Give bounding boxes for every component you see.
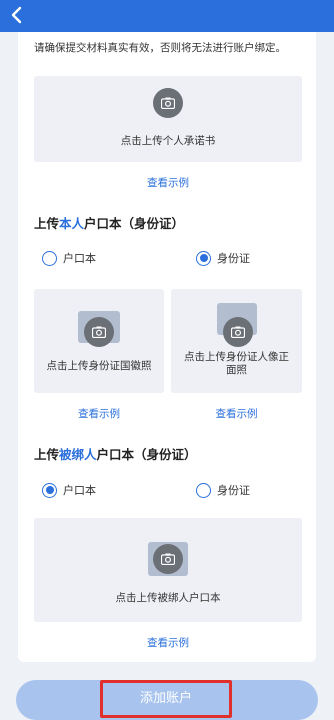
bound-example-link[interactable]: 查看示例 — [34, 635, 302, 650]
upload-id-front-caption: 点击上传身份证国徽照 — [46, 360, 152, 372]
top-bar — [0, 0, 334, 32]
radio-circle — [42, 250, 57, 266]
upload-id-front-box[interactable]: 点击上传身份证国徽照 — [34, 289, 164, 393]
upload-promise-caption: 点击上传个人承诺书 — [120, 135, 216, 147]
radio-circle — [196, 482, 211, 498]
camera-icon — [84, 317, 114, 347]
upload-bound-hukou-box[interactable]: 点击上传被绑人户口本 — [34, 518, 302, 622]
bound-radio-hukou[interactable]: 户口本 — [42, 482, 96, 498]
notice-text: 请确保提交材料真实有效，否则将无法进行账户绑定。 — [34, 42, 286, 54]
camera-icon — [153, 544, 183, 574]
bound-section-title: 上传被绑人户口本（身份证） — [34, 447, 197, 462]
scroll-area[interactable]: 请确保提交材料真实有效，否则将无法进行账户绑定。 点击上传个人承诺书 查看示例 … — [0, 32, 334, 720]
radio-circle-selected — [196, 250, 211, 266]
bound-radio-idcard[interactable]: 身份证 — [196, 482, 250, 498]
id-back-example-link[interactable]: 查看示例 — [171, 406, 302, 421]
chevron-left-icon[interactable] — [6, 4, 28, 26]
camera-icon — [153, 88, 183, 118]
submit-button-label[interactable]: 添加账户 — [100, 680, 232, 718]
promise-example-link[interactable]: 查看示例 — [34, 175, 302, 190]
self-radio-idcard[interactable]: 身份证 — [196, 250, 250, 266]
upload-id-back-box[interactable]: 点击上传身份证人像正面照 — [171, 289, 302, 393]
camera-icon — [223, 317, 253, 347]
radio-circle-selected — [42, 482, 57, 498]
upload-promise-box[interactable]: 点击上传个人承诺书 — [34, 76, 302, 162]
self-radio-hukou[interactable]: 户口本 — [42, 250, 96, 266]
upload-id-back-caption: 点击上传身份证人像正面照 — [184, 351, 289, 376]
self-section-title: 上传本人户口本（身份证） — [34, 216, 185, 231]
upload-bound-hukou-caption: 点击上传被绑人户口本 — [115, 592, 221, 604]
id-front-example-link[interactable]: 查看示例 — [34, 406, 164, 421]
